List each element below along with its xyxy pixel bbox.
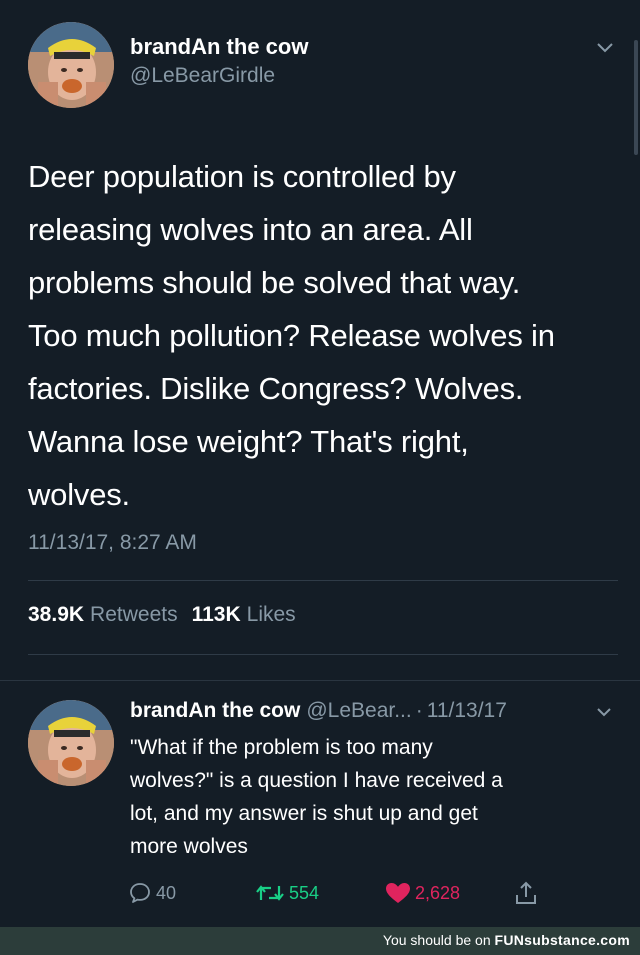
reply-avatar[interactable] [28, 700, 114, 786]
user-handle[interactable]: @LeBearGirdle [130, 64, 275, 88]
reply-text: "What if the problem is too many wolves?… [130, 731, 610, 863]
divider [28, 654, 618, 655]
reply-text-line: wolves?" is a question I have received a [130, 769, 503, 792]
reply-text-line: more wolves [130, 835, 248, 858]
likes-label[interactable]: Likes [247, 603, 296, 626]
tweet-text-line: problems should be solved that way. [28, 265, 521, 300]
profile-photo-avatar-icon [28, 22, 114, 108]
reply-text-line: "What if the problem is too many [130, 736, 433, 759]
tweet-timestamp: 11/13/17, 8:27 AM [28, 531, 197, 554]
retweets-count[interactable]: 38.9K [28, 603, 84, 626]
heart-icon [386, 883, 410, 903]
divider [28, 580, 618, 581]
tweet-text-line: Deer population is controlled by [28, 159, 456, 194]
tweet-text-line: Wanna lose weight? That's right, [28, 424, 469, 459]
reply-display-name[interactable]: brandAn the cow [130, 699, 300, 722]
watermark-text: You should be on FUNsubstance.com [383, 932, 630, 948]
like-button[interactable]: 2,628 [385, 878, 460, 908]
separator-dot: · [415, 699, 423, 722]
avatar[interactable] [28, 22, 114, 108]
reply-header: brandAn the cow @LeBear... · 11/13/17 [130, 699, 507, 723]
profile-photo-avatar-icon [28, 700, 114, 786]
watermark-banner: You should be on FUNsubstance.com [0, 927, 640, 955]
retweet-button[interactable]: 554 [255, 878, 319, 908]
chevron-down-icon[interactable] [596, 42, 614, 54]
likes-count[interactable]: 113K [192, 603, 241, 626]
tweet-stats: 38.9K Retweets 113K Likes [28, 603, 310, 627]
share-icon [516, 881, 536, 904]
retweets-label[interactable]: Retweets [90, 603, 178, 626]
tweet-text-line: Too much pollution? Release wolves in [28, 318, 555, 353]
scrollbar[interactable] [634, 40, 638, 155]
section-divider [0, 680, 640, 681]
speech-bubble-icon [130, 883, 150, 903]
tweet-text-line: factories. Dislike Congress? Wolves. [28, 371, 524, 406]
retweet-icon [256, 885, 284, 901]
tweet-text-line: releasing wolves into an area. All [28, 212, 473, 247]
retweet-count: 554 [289, 882, 320, 903]
reply-count: 40 [156, 882, 177, 903]
chevron-down-icon[interactable] [596, 707, 612, 717]
like-count: 2,628 [415, 882, 461, 903]
tweet-text-line: wolves. [28, 477, 130, 512]
reply-date[interactable]: 11/13/17 [427, 699, 507, 722]
tweet-text: Deer population is controlled by releasi… [28, 150, 628, 521]
watermark-prefix: You should be on [382, 932, 491, 948]
share-button[interactable] [513, 878, 539, 908]
reply-handle[interactable]: @LeBear... [306, 699, 411, 722]
reply-text-line: lot, and my answer is shut up and get [130, 802, 478, 825]
display-name[interactable]: brandAn the cow [130, 34, 308, 60]
watermark-brand: FUNsubstance.com [494, 932, 630, 948]
tweet-actions: 40 554 2,628 [0, 872, 640, 912]
reply-button[interactable]: 40 [128, 878, 176, 908]
